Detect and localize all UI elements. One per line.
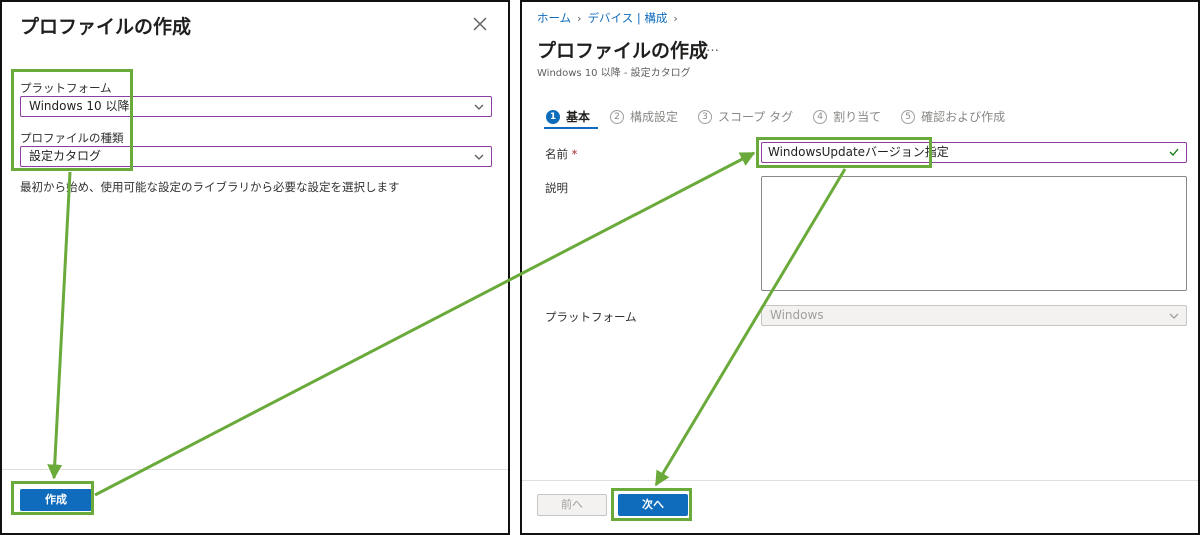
step-basics[interactable]: 1 基本 — [546, 108, 590, 125]
step-number-badge: 2 — [610, 109, 625, 124]
chevron-down-icon — [474, 154, 484, 160]
flyout-title: プロファイルの作成 — [20, 16, 192, 38]
page-subtitle: Windows 10 以降 - 設定カタログ — [537, 68, 691, 79]
step-label: スコープ タグ — [718, 110, 794, 124]
step-label: 確認および作成 — [921, 110, 1006, 124]
breadcrumb: ホーム › デバイス | 構成 › — [537, 10, 678, 26]
step-label: 基本 — [566, 110, 591, 124]
step-configuration[interactable]: 2 構成設定 — [610, 108, 678, 125]
footer-divider — [2, 469, 508, 470]
name-label-text: 名前 — [545, 147, 568, 161]
page-title: プロファイルの作成 — [537, 40, 709, 62]
profile-type-label: プロファイルの種類 — [20, 131, 124, 145]
create-button[interactable]: 作成 — [20, 489, 92, 511]
platform-label: プラットフォーム — [545, 310, 637, 324]
platform-select-value: Windows — [770, 308, 824, 322]
step-number-badge: 3 — [698, 109, 713, 124]
checkmark-icon — [1169, 148, 1179, 156]
name-label: 名前 * — [545, 146, 577, 162]
name-input-value: WindowsUpdateバージョン指定 — [768, 145, 949, 159]
step-label: 割り当て — [833, 110, 882, 124]
step-assignments[interactable]: 4 割り当て — [813, 108, 881, 125]
breadcrumb-devices[interactable]: デバイス | 構成 — [588, 10, 668, 26]
chevron-down-icon — [474, 104, 484, 110]
chevron-right-icon: › — [577, 11, 582, 25]
platform-select-value: Windows 10 以降 — [29, 99, 130, 113]
profile-type-select-value: 設定カタログ — [29, 149, 102, 163]
close-icon[interactable] — [470, 14, 490, 34]
profile-type-description: 最初から始め、使用可能な設定のライブラリから必要な設定を選択します — [20, 180, 400, 194]
create-profile-flyout: プロファイルの作成 プラットフォーム Windows 10 以降 プロファイルの… — [0, 0, 510, 535]
name-input[interactable]: WindowsUpdateバージョン指定 — [761, 142, 1187, 163]
breadcrumb-home[interactable]: ホーム — [537, 10, 571, 26]
required-mark: * — [571, 147, 578, 161]
footer-divider — [522, 480, 1198, 481]
description-label: 説明 — [545, 181, 568, 195]
platform-select-disabled: Windows — [761, 305, 1187, 326]
step-review-create[interactable]: 5 確認および作成 — [901, 108, 1005, 125]
wizard-steps: 1 基本 2 構成設定 3 スコープ タグ 4 割り当て 5 確認および作成 — [546, 108, 1025, 125]
step-number-badge: 1 — [546, 109, 560, 124]
chevron-right-icon: › — [673, 11, 678, 25]
previous-button: 前へ — [537, 494, 607, 516]
chevron-down-icon — [1169, 313, 1179, 319]
step-scope-tags[interactable]: 3 スコープ タグ — [698, 108, 793, 125]
more-options-icon[interactable]: … — [706, 40, 720, 55]
step-number-badge: 4 — [813, 109, 828, 124]
platform-select[interactable]: Windows 10 以降 — [20, 96, 492, 117]
description-textarea[interactable] — [761, 176, 1187, 291]
step-label: 構成設定 — [630, 110, 679, 124]
active-step-indicator — [544, 127, 598, 129]
step-number-badge: 5 — [901, 109, 916, 124]
platform-label: プラットフォーム — [20, 81, 112, 95]
profile-type-select[interactable]: 設定カタログ — [20, 146, 492, 167]
next-button[interactable]: 次へ — [618, 494, 688, 516]
